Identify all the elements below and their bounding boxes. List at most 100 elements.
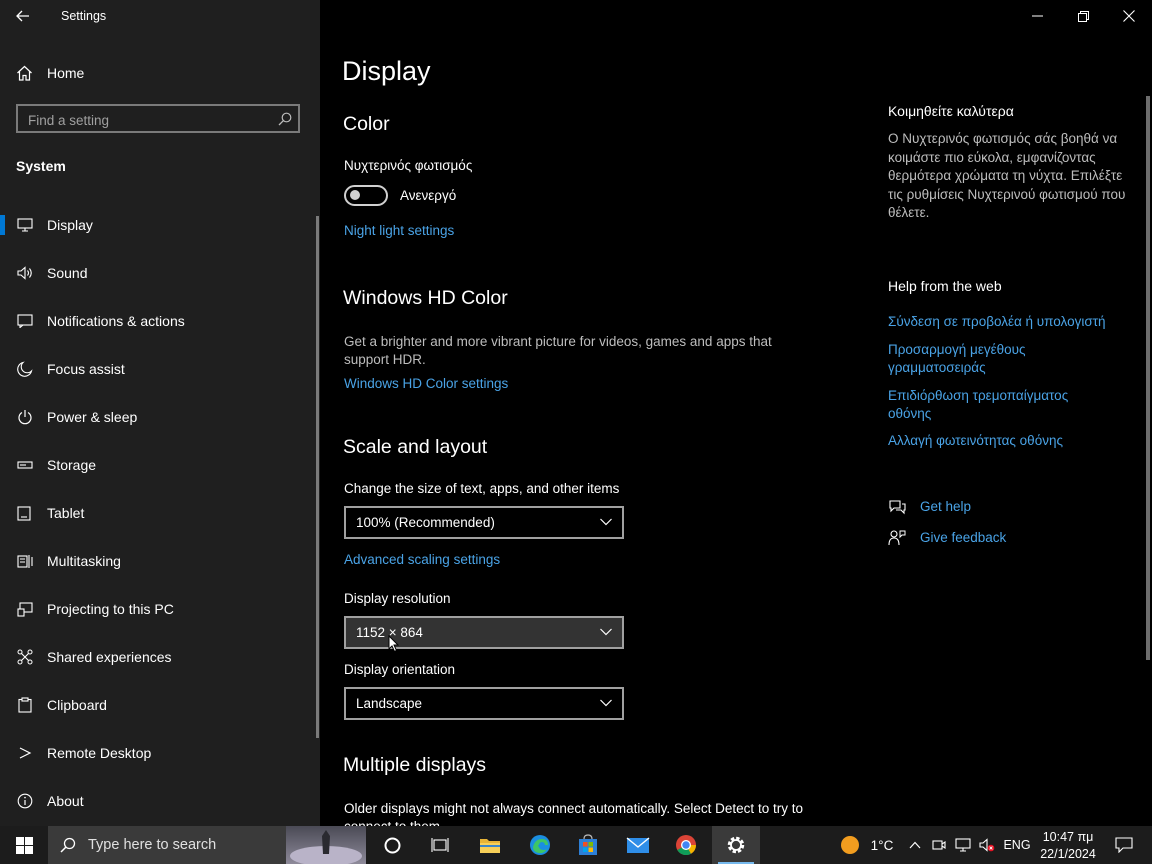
sidebar: Settings Home System Display Sound Notif… (0, 0, 320, 826)
back-button[interactable] (8, 4, 38, 28)
input-language[interactable]: ENG (1000, 826, 1034, 864)
sleep-better-heading: Κοιμηθείτε καλύτερα (888, 103, 1014, 119)
help-web-heading: Help from the web (888, 278, 1002, 294)
volume-button[interactable] (976, 826, 998, 864)
scale-layout-heading: Scale and layout (343, 436, 488, 458)
windows-logo-icon (15, 836, 33, 854)
advanced-scaling-link[interactable]: Advanced scaling settings (344, 552, 500, 567)
page-title: Display (342, 56, 431, 86)
home-link[interactable]: Home (0, 58, 320, 88)
sidebar-item-focus-assist[interactable]: Focus assist (0, 349, 316, 389)
sidebar-item-label: Notifications & actions (47, 313, 185, 329)
sidebar-item-label: Tablet (47, 505, 85, 521)
meet-now-button[interactable] (928, 826, 950, 864)
power-icon (16, 409, 34, 425)
sidebar-item-projecting[interactable]: Projecting to this PC (0, 589, 316, 629)
night-light-settings-link[interactable]: Night light settings (344, 223, 454, 238)
sidebar-item-multitasking[interactable]: Multitasking (0, 541, 316, 581)
clock-time: 10:47 πμ (1042, 829, 1094, 844)
search-icon[interactable] (278, 112, 292, 126)
scale-select-value: 100% (Recommended) (356, 515, 495, 530)
resolution-label: Display resolution (344, 591, 451, 606)
restore-button[interactable] (1060, 0, 1106, 32)
sidebar-item-power-sleep[interactable]: Power & sleep (0, 397, 316, 437)
sidebar-item-sound[interactable]: Sound (0, 253, 316, 293)
get-help-link[interactable]: Get help (920, 499, 971, 514)
help-link-screen-flicker[interactable]: Επιδιόρθωση τρεμοπαίγματος οθόνης (888, 387, 1108, 423)
mail-button[interactable] (614, 826, 662, 864)
monitor-icon (16, 218, 34, 232)
sidebar-item-about[interactable]: About (0, 781, 316, 821)
sidebar-item-remote-desktop[interactable]: Remote Desktop (0, 733, 316, 773)
clipboard-icon (16, 697, 34, 713)
file-explorer-button[interactable] (466, 826, 514, 864)
scale-select[interactable]: 100% (Recommended) (344, 506, 624, 539)
volume-muted-icon (979, 838, 995, 852)
clock[interactable]: 10:47 πμ 22/1/2024 (1036, 826, 1100, 864)
main-scrollbar[interactable] (1146, 96, 1150, 660)
cortana-button[interactable] (368, 826, 416, 864)
action-center-button[interactable] (1104, 826, 1144, 864)
sidebar-scrollbar[interactable] (316, 216, 319, 738)
chevron-up-icon (909, 841, 921, 849)
hd-color-heading: Windows HD Color (343, 287, 508, 309)
taskbar-search-box[interactable]: Type here to search (48, 826, 366, 864)
task-view-button[interactable] (416, 826, 464, 864)
find-setting-box[interactable] (16, 104, 300, 133)
edge-button[interactable] (516, 826, 564, 864)
home-label: Home (47, 65, 85, 81)
hd-color-description: Get a brighter and more vibrant picture … (344, 334, 772, 367)
chrome-icon (676, 835, 697, 856)
mouse-cursor-icon (388, 635, 400, 653)
show-hidden-icons-button[interactable] (904, 826, 926, 864)
cortana-circle-icon (384, 837, 400, 853)
help-link-connect-projector[interactable]: Σύνδεση σε προβολέα ή υπολογιστή (888, 313, 1128, 331)
store-button[interactable] (564, 826, 612, 864)
projecting-icon (16, 601, 34, 617)
minimize-button[interactable] (1014, 0, 1060, 32)
home-icon (16, 65, 34, 81)
weather-temp[interactable]: 1°C (866, 826, 898, 864)
sidebar-item-label: Focus assist (47, 361, 125, 377)
night-light-label: Νυχτερινός φωτισμός (344, 158, 473, 173)
speaker-icon (16, 266, 34, 280)
orientation-select-value: Landscape (356, 696, 423, 711)
multiple-displays-description: Older displays might not always connect … (344, 801, 803, 826)
sidebar-item-shared-experiences[interactable]: Shared experiences (0, 637, 316, 677)
sidebar-item-clipboard[interactable]: Clipboard (0, 685, 316, 725)
network-button[interactable] (952, 826, 974, 864)
search-highlight-image (286, 826, 366, 864)
chrome-button[interactable] (662, 826, 710, 864)
sidebar-item-storage[interactable]: Storage (0, 445, 316, 485)
night-light-state: Ανενεργό (400, 188, 457, 203)
start-button[interactable] (0, 826, 48, 864)
sidebar-item-tablet[interactable]: Tablet (0, 493, 316, 533)
sidebar-item-label: About (47, 793, 84, 809)
settings-taskbar-button[interactable] (712, 826, 760, 864)
hd-color-settings-link[interactable]: Windows HD Color settings (344, 376, 508, 391)
info-icon (16, 793, 34, 809)
close-button[interactable] (1106, 0, 1152, 32)
folder-icon (480, 839, 500, 853)
resolution-select[interactable]: 1152 × 864 (344, 616, 624, 649)
sidebar-item-label: Shared experiences (47, 649, 172, 665)
clock-date: 22/1/2024 (1040, 846, 1096, 861)
get-help-icon (888, 499, 906, 515)
night-light-toggle[interactable] (344, 185, 388, 206)
taskbar-search-placeholder: Type here to search (88, 837, 217, 853)
restore-icon (1077, 10, 1089, 22)
remote-desktop-icon (16, 746, 34, 760)
give-feedback-link[interactable]: Give feedback (920, 530, 1006, 545)
find-setting-input[interactable] (26, 110, 270, 130)
sidebar-item-notifications[interactable]: Notifications & actions (0, 301, 316, 341)
orientation-select[interactable]: Landscape (344, 687, 624, 720)
sidebar-item-label: Sound (47, 265, 88, 281)
network-icon (955, 838, 971, 852)
gear-icon (727, 836, 745, 854)
sidebar-item-label: Storage (47, 457, 97, 473)
help-link-font-size[interactable]: Προσαρμογή μεγέθους γραμματοσειράς (888, 341, 1088, 377)
weather-button[interactable] (836, 826, 864, 864)
store-bag-icon (579, 834, 597, 855)
help-link-brightness[interactable]: Αλλαγή φωτεινότητας οθόνης (888, 432, 1128, 450)
sidebar-item-display[interactable]: Display (0, 205, 316, 245)
